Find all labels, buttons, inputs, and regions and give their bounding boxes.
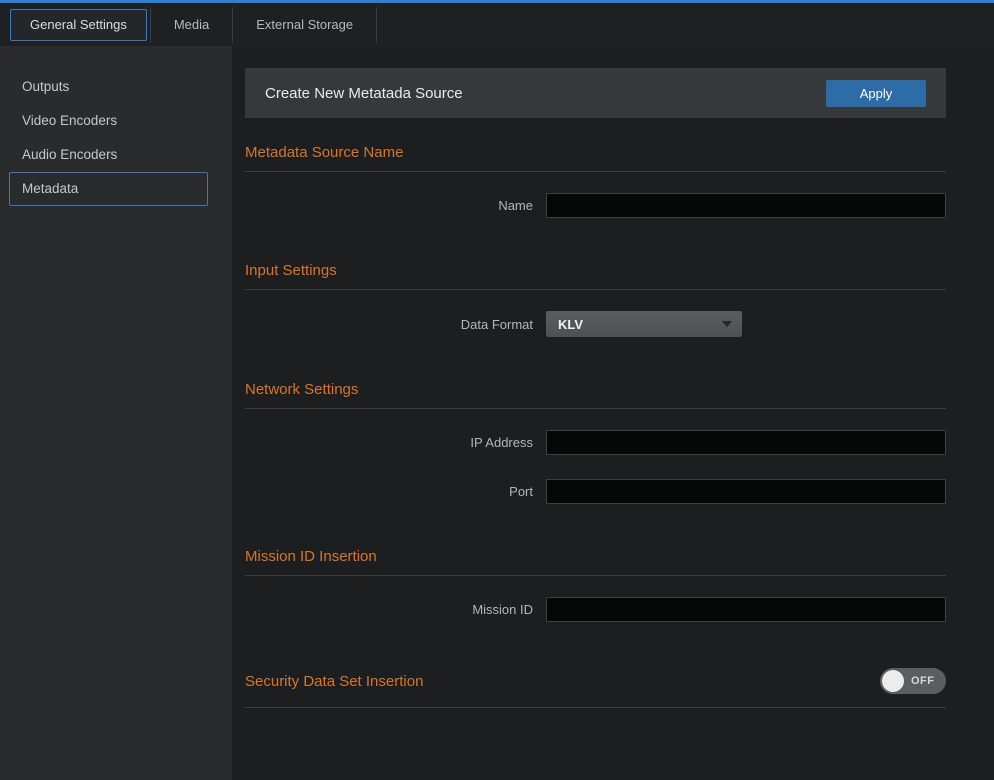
sidebar-item-video-encoders[interactable]: Video Encoders: [9, 104, 208, 138]
section-heading-mission-id-insertion: Mission ID Insertion: [245, 548, 946, 576]
top-tab-bar: General Settings Media External Storage: [0, 0, 994, 46]
port-label: Port: [245, 484, 533, 499]
settings-sidebar: Outputs Video Encoders Audio Encoders Me…: [0, 46, 232, 780]
tab-media[interactable]: Media: [154, 9, 229, 41]
security-data-set-toggle[interactable]: OFF: [880, 668, 946, 694]
chevron-down-icon: [722, 321, 732, 327]
section-heading-input-settings: Input Settings: [245, 262, 946, 290]
tab-external-storage[interactable]: External Storage: [236, 9, 373, 41]
port-input[interactable]: [546, 479, 946, 504]
sidebar-item-audio-encoders[interactable]: Audio Encoders: [9, 138, 208, 172]
security-data-set-row: Security Data Set Insertion OFF: [245, 668, 946, 708]
toggle-knob: [882, 670, 904, 692]
data-format-row: Data Format KLV: [245, 311, 946, 337]
tab-separator: [232, 7, 233, 43]
name-label: Name: [245, 198, 533, 213]
tab-general-settings[interactable]: General Settings: [10, 9, 147, 41]
mission-id-row: Mission ID: [245, 597, 946, 622]
sidebar-item-outputs[interactable]: Outputs: [9, 70, 208, 104]
data-format-selected-value: KLV: [558, 317, 583, 332]
section-heading-metadata-source-name: Metadata Source Name: [245, 144, 946, 172]
section-heading-security-data-set-insertion: Security Data Set Insertion: [245, 673, 423, 690]
mission-id-input[interactable]: [546, 597, 946, 622]
name-row: Name: [245, 193, 946, 218]
name-input[interactable]: [546, 193, 946, 218]
mission-id-label: Mission ID: [245, 602, 533, 617]
ip-address-row: IP Address: [245, 430, 946, 455]
ip-address-input[interactable]: [546, 430, 946, 455]
main-content: Create New Metatada Source Apply Metadat…: [232, 46, 994, 780]
toggle-state-label: OFF: [911, 675, 935, 687]
page-title: Create New Metatada Source: [265, 85, 463, 102]
panel-header: Create New Metatada Source Apply: [245, 68, 946, 118]
apply-button[interactable]: Apply: [826, 80, 926, 107]
ip-address-label: IP Address: [245, 435, 533, 450]
tab-separator: [150, 7, 151, 43]
tab-separator: [376, 7, 377, 43]
data-format-select[interactable]: KLV: [546, 311, 742, 337]
data-format-label: Data Format: [245, 317, 533, 332]
sidebar-item-metadata[interactable]: Metadata: [9, 172, 208, 206]
section-heading-network-settings: Network Settings: [245, 381, 946, 409]
port-row: Port: [245, 479, 946, 504]
